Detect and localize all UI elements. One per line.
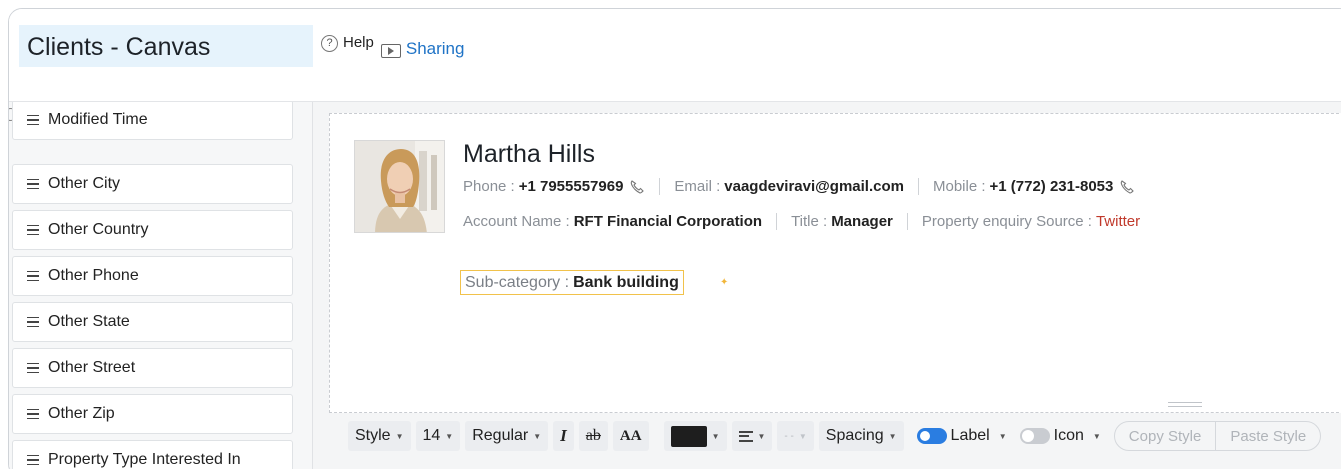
label-toggle-text: Label	[950, 427, 990, 444]
profile-photo	[355, 141, 444, 232]
field-item-other-street[interactable]: Other Street	[12, 348, 293, 388]
font-weight-value: Regular	[472, 427, 529, 444]
drag-handle-icon	[27, 271, 39, 281]
divider	[659, 178, 661, 195]
chevron-down-icon: ▼	[395, 431, 404, 441]
copy-style-button[interactable]: Copy Style	[1115, 422, 1216, 450]
help-icon[interactable]: ?	[321, 35, 338, 52]
italic-button[interactable]: I	[553, 421, 574, 451]
text-color-dropdown[interactable]: ▼	[663, 421, 727, 451]
font-size-dropdown[interactable]: 14 ▼	[415, 421, 461, 451]
chevron-down-icon[interactable]: ▼	[1093, 432, 1101, 441]
subcategory-label: Sub-category :	[465, 273, 570, 291]
font-size-value: 14	[422, 427, 441, 444]
source-label: Property enquiry Source :	[921, 213, 1092, 230]
spacing-label: Spacing	[825, 427, 884, 444]
chevron-down-icon: ▼	[798, 431, 807, 441]
email-value[interactable]: vaagdeviravi@gmail.com	[724, 178, 904, 195]
phone-icon[interactable]	[629, 179, 645, 195]
field-item-label: Other Phone	[48, 267, 139, 284]
icon-toggle-text: Icon	[1053, 427, 1084, 444]
style-dropdown[interactable]: Style ▼	[348, 421, 411, 451]
mobile-value[interactable]: +1 (772) 231-8053	[990, 178, 1114, 195]
drag-handle-icon	[27, 225, 39, 235]
strikethrough-button[interactable]: ab	[578, 421, 608, 451]
field-item-label: Modified Time	[48, 111, 148, 128]
field-item-other-city[interactable]: Other City	[12, 164, 293, 204]
header: Clients - Canvas ? Help Sharing	[9, 9, 1341, 102]
phone-value[interactable]: +1 7955557969	[519, 178, 624, 195]
subcategory-value: Bank building	[573, 273, 679, 291]
field-item-modified-time[interactable]: Modified Time	[12, 102, 293, 140]
field-item-label: Other Country	[48, 221, 149, 238]
field-item-label: Property Type Interested In	[48, 451, 241, 468]
chevron-down-icon: ▼	[445, 431, 454, 441]
style-clipboard-group: Copy Style Paste Style	[1113, 421, 1322, 451]
account-name-label: Account Name :	[463, 213, 570, 230]
field-item-other-state[interactable]: Other State	[12, 302, 293, 342]
align-left-icon	[738, 430, 753, 442]
mobile-label: Mobile :	[932, 178, 986, 195]
email-label: Email :	[674, 178, 721, 195]
drag-handle-icon	[27, 317, 39, 327]
field-item-other-country[interactable]: Other Country	[12, 210, 293, 250]
format-toolbar: Style ▼ 14 ▼ Regular ▼ I ab AA ▼ ▼ - - ▼ Spa…	[348, 420, 1322, 452]
chevron-down-icon: ▼	[888, 431, 897, 441]
label-switch[interactable]	[916, 428, 947, 444]
phone-label: Phone :	[463, 178, 515, 195]
icon-toggle[interactable]: Icon ▼	[1019, 427, 1101, 445]
field-item-other-phone[interactable]: Other Phone	[12, 256, 293, 296]
drag-handle-icon	[27, 363, 39, 373]
field-item-label: Other City	[48, 175, 121, 192]
font-weight-dropdown[interactable]: Regular ▼	[465, 421, 549, 451]
drag-handle-icon	[27, 455, 39, 465]
chevron-down-icon: ▼	[533, 431, 542, 441]
page-title[interactable]: Clients - Canvas	[19, 25, 313, 67]
subcategory-field-selected[interactable]: Sub-category : Bank building ✦	[460, 270, 728, 295]
help-link[interactable]: Help	[343, 34, 374, 51]
label-toggle[interactable]: Label ▼	[916, 427, 1007, 445]
sharing-link[interactable]: Sharing	[406, 39, 465, 59]
field-item-label: Other Street	[48, 359, 136, 376]
app-window: Clients - Canvas ? Help Sharing Modified…	[8, 8, 1341, 469]
text-case-button[interactable]: AA	[612, 421, 649, 451]
title-label: Title :	[791, 213, 828, 230]
chevron-down-icon: ▼	[757, 431, 766, 441]
color-swatch	[670, 425, 707, 447]
drag-handle-icon	[27, 409, 39, 419]
divider	[776, 213, 778, 230]
sharing-icon[interactable]	[380, 44, 401, 58]
field-item-label: Other Zip	[48, 405, 115, 422]
line-dropdown-disabled[interactable]: - - ▼	[777, 421, 814, 451]
record-card[interactable]: Martha Hills Phone : +1 7955557969 Email…	[329, 113, 1341, 413]
drag-handle-icon	[27, 179, 39, 189]
divider	[906, 213, 908, 230]
icon-switch[interactable]	[1019, 428, 1050, 444]
record-line-2: Account Name : RFT Financial Corporation…	[463, 213, 1140, 230]
account-name-value[interactable]: RFT Financial Corporation	[574, 213, 762, 230]
phone-icon[interactable]	[1119, 179, 1135, 195]
resize-grip[interactable]	[1168, 402, 1202, 407]
fields-sidebar: Modified Time Other City Other Country O…	[9, 102, 313, 469]
drag-handle-icon	[27, 115, 39, 125]
header-actions: ? Help Sharing	[321, 33, 464, 59]
field-item-label: Other State	[48, 313, 130, 330]
chevron-down-icon: ▼	[711, 431, 720, 441]
chevron-down-icon[interactable]: ▼	[999, 432, 1007, 441]
move-handle-icon[interactable]: ✦	[720, 277, 729, 288]
spacing-dropdown[interactable]: Spacing ▼	[818, 421, 904, 451]
avatar[interactable]	[354, 140, 445, 233]
field-item-other-zip[interactable]: Other Zip	[12, 394, 293, 434]
title-value[interactable]: Manager	[831, 213, 893, 230]
canvas-area: Martha Hills Phone : +1 7955557969 Email…	[313, 102, 1341, 469]
style-label: Style	[355, 427, 391, 444]
divider	[917, 178, 919, 195]
record-line-1: Phone : +1 7955557969 Email : vaagdevira…	[463, 178, 1135, 195]
paste-style-button[interactable]: Paste Style	[1215, 422, 1320, 450]
field-item-property-type[interactable]: Property Type Interested In	[12, 440, 293, 469]
record-name[interactable]: Martha Hills	[463, 140, 595, 169]
align-dropdown[interactable]: ▼	[731, 421, 773, 451]
dash-icon: - -	[784, 430, 794, 442]
source-value[interactable]: Twitter	[1096, 213, 1140, 230]
